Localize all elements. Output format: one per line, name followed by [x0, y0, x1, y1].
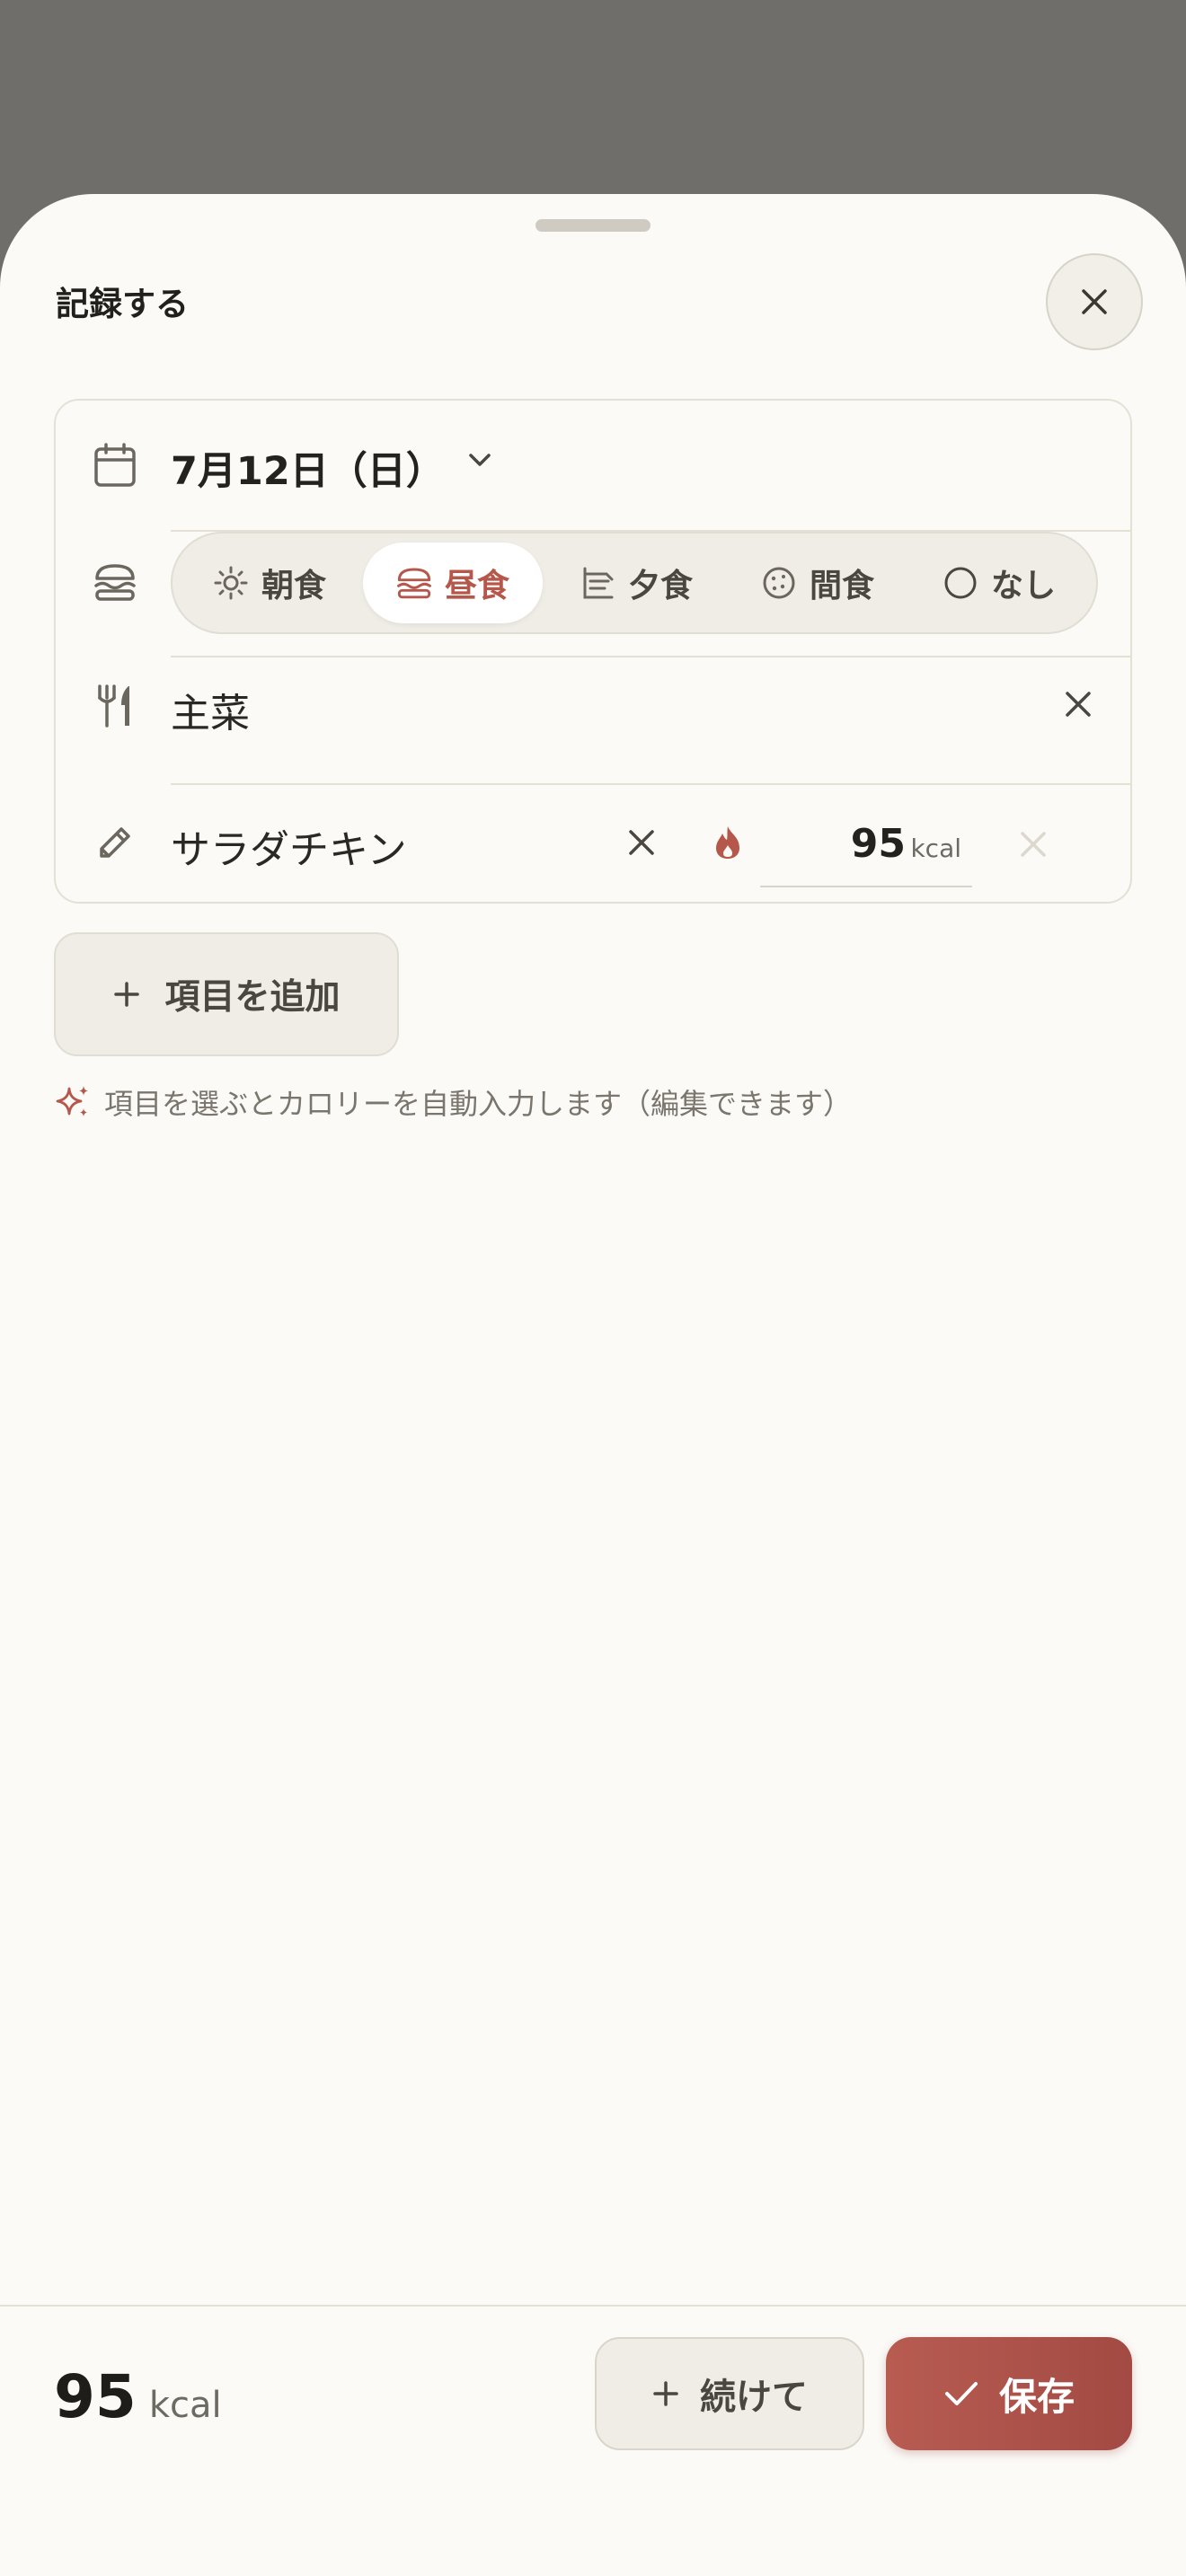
sparkle-icon: [56, 1086, 88, 1116]
check-icon: [944, 2382, 978, 2405]
circle-icon: [944, 567, 977, 599]
add-item-button[interactable]: 項目を追加: [54, 932, 399, 1056]
close-icon: [1066, 692, 1091, 717]
save-label: 保存: [998, 2374, 1075, 2419]
close-icon: [1082, 289, 1107, 314]
sheet-title: 記録する: [56, 285, 189, 323]
hint-text: 項目を選ぶとカロリーを自動入力します（編集できます）: [104, 1087, 853, 1121]
clear-item-button[interactable]: [616, 817, 667, 868]
close-icon: [1021, 832, 1046, 857]
tab-dinner-label: 夕食: [627, 568, 693, 604]
clear-category-button[interactable]: [1053, 679, 1103, 729]
category-field[interactable]: 主菜: [171, 681, 250, 738]
record-sheet: 記録する 7月12日（日） 朝食 昼食 夕食 間食 なし 主菜 サラダチキン 9…: [0, 194, 1186, 2576]
cookie-icon: [763, 567, 795, 599]
sheet-grabber[interactable]: [535, 219, 651, 232]
total-calories: 95 kcal: [54, 2362, 222, 2431]
date-row[interactable]: 7月12日（日）: [56, 401, 1130, 532]
sunset-icon: [583, 567, 614, 599]
total-unit: kcal: [148, 2385, 222, 2426]
tab-breakfast-label: 朝食: [261, 568, 326, 604]
tab-lunch[interactable]: 昼食: [363, 543, 543, 623]
add-item-label: 項目を追加: [164, 977, 341, 1018]
clear-kcal-button[interactable]: [1008, 819, 1058, 869]
tab-snack[interactable]: 間食: [730, 543, 906, 623]
meal-type-segment: 朝食 昼食 夕食 間食 なし: [171, 532, 1098, 634]
tab-snack-label: 間食: [809, 568, 874, 604]
save-button[interactable]: 保存: [886, 2337, 1132, 2450]
total-value: 95: [54, 2362, 137, 2431]
calendar-icon: [92, 442, 138, 489]
kcal-unit: kcal: [910, 834, 961, 863]
divider: [171, 656, 1130, 657]
burger-icon: [397, 568, 431, 599]
tab-none[interactable]: なし: [911, 543, 1087, 623]
tab-none-label: なし: [990, 568, 1056, 604]
tab-breakfast[interactable]: 朝食: [181, 543, 358, 623]
item-name-field[interactable]: サラダチキン: [171, 817, 407, 875]
close-button[interactable]: [1046, 253, 1143, 350]
tab-dinner[interactable]: 夕食: [548, 543, 724, 623]
flame-icon: [704, 819, 751, 866]
tab-lunch-label: 昼食: [444, 568, 509, 604]
sun-icon: [214, 566, 248, 600]
chevron-down-icon[interactable]: [465, 446, 494, 478]
date-label: 7月12日（日）: [171, 449, 445, 494]
pencil-icon: [92, 819, 138, 866]
close-icon: [629, 830, 654, 855]
kcal-input[interactable]: 95 kcal: [760, 805, 972, 887]
kcal-value: 95: [850, 821, 906, 867]
burger-icon: [92, 559, 138, 605]
plus-icon: [653, 2381, 678, 2406]
divider: [171, 783, 1130, 785]
continue-button[interactable]: 続けて: [595, 2337, 864, 2450]
plus-icon: [114, 982, 140, 1007]
auto-fill-hint: 項目を選ぶとカロリーを自動入力します（編集できます）: [54, 1081, 852, 1123]
utensils-icon: [92, 683, 138, 729]
continue-label: 続けて: [700, 2377, 808, 2418]
footer-divider: [0, 2305, 1186, 2307]
entry-card: 7月12日（日） 朝食 昼食 夕食 間食 なし 主菜 サラダチキン 95 kca…: [54, 399, 1132, 904]
